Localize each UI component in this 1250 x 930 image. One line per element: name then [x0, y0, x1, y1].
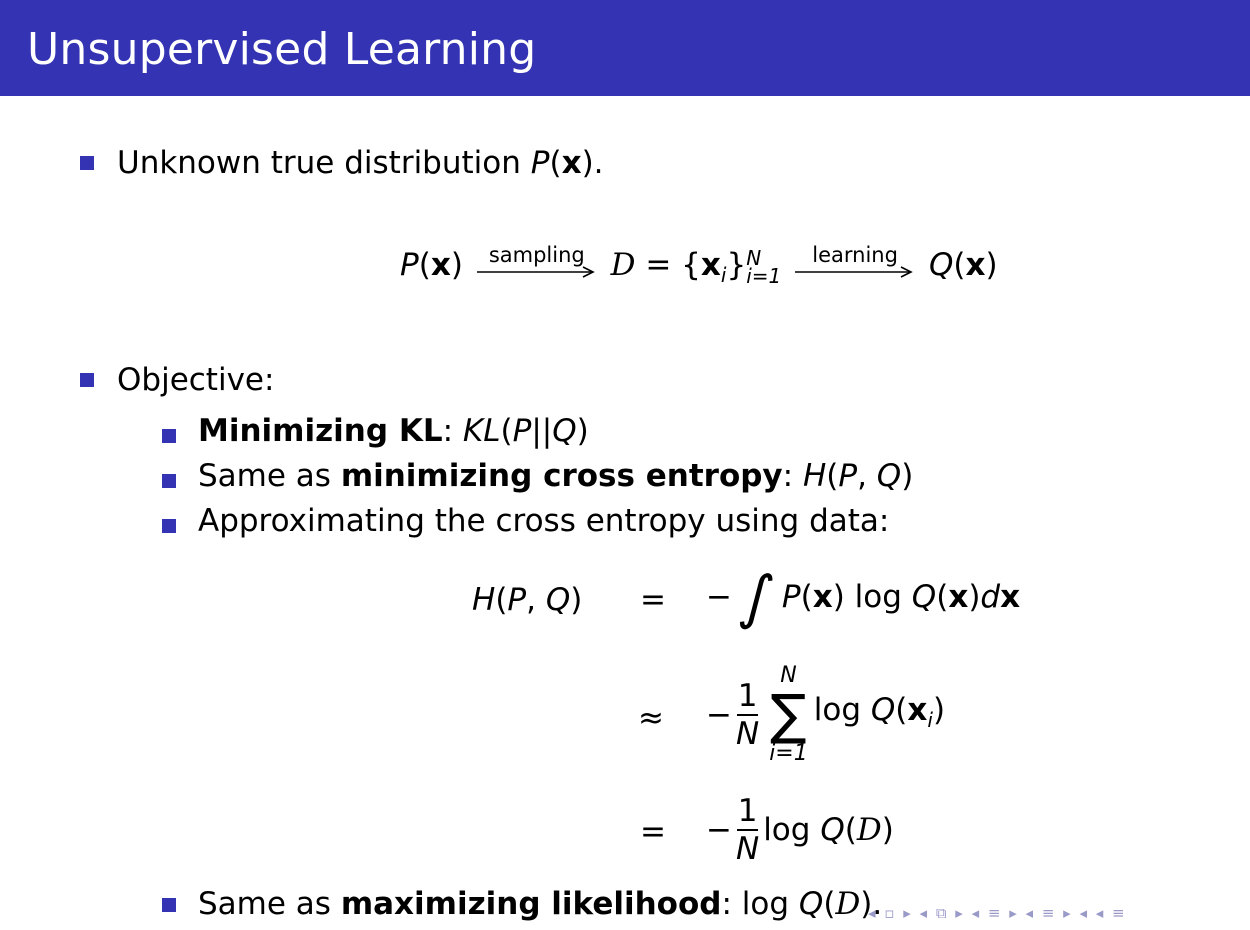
sampling-label: sampling	[488, 243, 585, 267]
pipeline-right: Q	[928, 247, 954, 283]
equation-lhs: H(P, Q)	[472, 582, 583, 618]
summation-symbol: N ∑ i=1	[769, 663, 808, 766]
title-bar: Unsupervised Learning	[0, 0, 1250, 96]
sub-bullet-marker	[162, 474, 176, 488]
bullet-text: Unknown true distribution	[117, 145, 531, 181]
sub-bullet-marker	[162, 429, 176, 443]
equation-rhs-1: − ∫ P(x) log Q(x)dx	[706, 563, 1021, 631]
pipeline-left: P	[400, 247, 419, 283]
pipeline-equation: P(x) sampling D = {xi} Ni=1 learning Q(x)	[400, 243, 998, 288]
sub2-bold: minimizing cross entropy	[340, 458, 783, 494]
slide-title: Unsupervised Learning	[27, 24, 537, 75]
sub-bullet-approximating: Approximating the cross entropy using da…	[198, 503, 890, 539]
bullet-marker	[80, 156, 94, 170]
sub2-prefix: Same as	[198, 458, 341, 494]
sub-bullet-marker	[162, 898, 176, 912]
beamer-navigation[interactable]: ◂ ▫ ▸ ◂ ⧉ ▸ ◂ ≡ ▸ ◂ ≡ ▸ ◂ ◂ ≡	[868, 903, 1127, 923]
sub-bullet-likelihood: Same as maximizing likelihood: log Q(D).	[198, 886, 883, 922]
sub-bullet-marker	[162, 519, 176, 533]
fraction-1-over-n: 1N	[735, 678, 760, 752]
learning-label: learning	[812, 243, 898, 267]
sampling-arrow: sampling	[476, 243, 597, 285]
sub-bullet-cross-entropy: Same as minimizing cross entropy: H(P, Q…	[198, 458, 914, 494]
sub1-rest: :	[442, 413, 463, 449]
fraction-1-over-n: 1N	[735, 793, 760, 867]
bullet-marker	[80, 373, 94, 387]
sub4-prefix: Same as	[198, 886, 341, 922]
bullet-unknown-distribution: Unknown true distribution P(x).	[117, 145, 604, 181]
equation-rel-2: ≈	[638, 700, 664, 736]
equation-rel-3: =	[640, 814, 666, 850]
arrow-icon	[795, 266, 913, 278]
math-p-of-x: P	[530, 145, 550, 181]
sub2-rest: :	[782, 458, 803, 494]
bullet-objective: Objective:	[117, 362, 275, 398]
sub4-bold: maximizing likelihood	[340, 886, 722, 922]
learning-arrow: learning	[795, 243, 915, 285]
equation-rel-1: =	[640, 582, 666, 618]
sub1-bold: Minimizing KL	[198, 413, 443, 449]
arrow-icon	[476, 266, 595, 278]
sub-bullet-kl: Minimizing KL: KL(P||Q)	[198, 413, 589, 449]
sub4-rest: :	[721, 886, 742, 922]
dataset-symbol: D	[610, 247, 636, 283]
equation-rhs-2: − 1N N ∑ i=1 log Q(xi)	[706, 663, 946, 766]
equation-rhs-3: − 1N log Q(D)	[706, 793, 894, 867]
